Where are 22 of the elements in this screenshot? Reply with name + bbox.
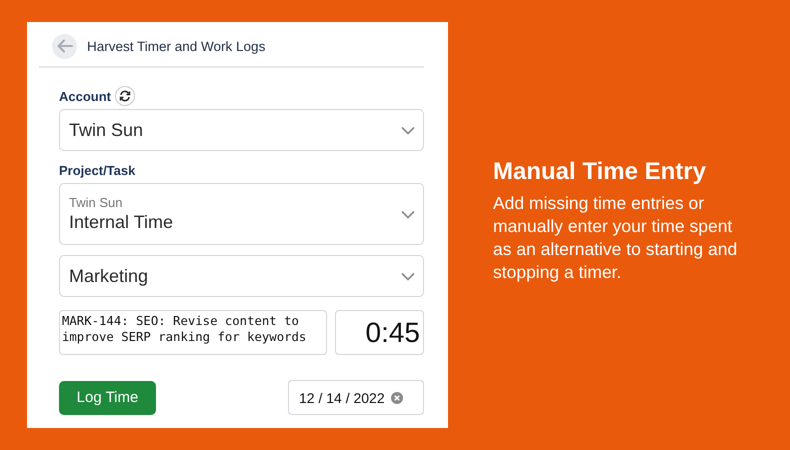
panel-title: Harvest Timer and Work Logs xyxy=(87,38,266,54)
notes-field[interactable]: MARK-144: SEO: Revise content to improve SERP ranking for keywords xyxy=(59,310,327,355)
chevron-down-icon xyxy=(401,126,415,134)
refresh-icon xyxy=(119,90,131,102)
chevron-down-icon xyxy=(401,272,415,280)
account-select[interactable]: Twin Sun xyxy=(59,109,424,151)
duration-field[interactable]: 0:45 xyxy=(335,310,424,355)
task-select[interactable]: Marketing xyxy=(59,255,424,297)
refresh-button[interactable] xyxy=(115,86,135,106)
back-button[interactable] xyxy=(52,34,77,58)
log-time-button[interactable]: Log Time xyxy=(59,380,156,414)
project-select[interactable]: Twin Sun Internal Time xyxy=(59,183,424,245)
field-label: Project/Task xyxy=(59,163,136,178)
promo-title: Manual Time Entry xyxy=(493,158,707,186)
field-label: Account xyxy=(59,88,111,104)
chevron-down-icon xyxy=(401,210,415,218)
clear-icon[interactable] xyxy=(390,392,403,404)
date-field[interactable]: 12 / 14 / 2022 xyxy=(288,380,424,415)
promo-description: Add missing time entries or manually enter your time spent as an alternative to starting and stopping a timer. xyxy=(493,192,738,284)
project-name: Internal Time xyxy=(69,212,174,233)
back-arrow-icon xyxy=(56,39,72,53)
client-name: Twin Sun xyxy=(69,195,124,210)
